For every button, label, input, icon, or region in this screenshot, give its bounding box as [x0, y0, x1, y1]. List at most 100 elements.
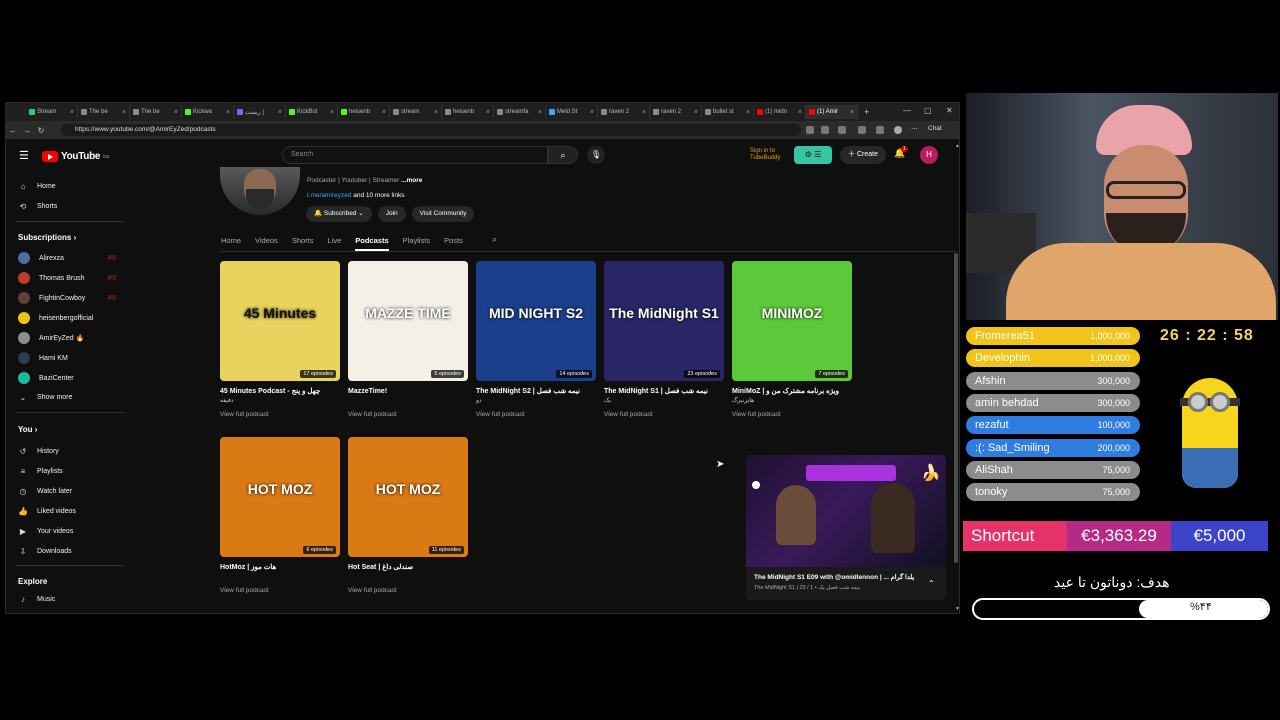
sidebar-item-subscription[interactable]: Thomas Brush ((•)): [18, 271, 116, 285]
browser-tab[interactable]: Stream ×: [26, 105, 78, 119]
podcast-title[interactable]: 45 Minutes Podcast - چهل و پنج: [220, 387, 348, 396]
sidebar-item-you[interactable]: ⇩ Downloads: [18, 544, 72, 558]
close-tab-icon[interactable]: ×: [590, 109, 594, 116]
podcast-thumbnail[interactable]: The MidNight S1 23 episodes: [604, 261, 724, 381]
channel-tab[interactable]: Playlists: [403, 236, 431, 251]
more-link[interactable]: ...more: [401, 177, 422, 184]
channel-link[interactable]: t.me/amireyzed: [307, 192, 351, 199]
scrollbar-up-arrow[interactable]: ▲: [955, 143, 959, 149]
expand-chevron-icon[interactable]: ⌃: [928, 579, 935, 588]
hamburger-menu-icon[interactable]: ☰: [19, 149, 29, 162]
browser-tab[interactable]: ریست | ×: [234, 105, 286, 119]
forward-icon[interactable]: →: [20, 126, 34, 135]
channel-tab[interactable]: Home: [221, 236, 241, 251]
view-full-podcast-link[interactable]: View full podcast: [604, 411, 653, 418]
close-tab-icon[interactable]: ×: [850, 109, 854, 116]
close-tab-icon[interactable]: ×: [642, 109, 646, 116]
sidebar-item-you[interactable]: ↺ History: [18, 444, 59, 458]
tubebuddy-button[interactable]: ⚙ ☰: [794, 146, 832, 164]
podcast-card[interactable]: The MidNight S1 23 episodes The MidNight S…: [604, 261, 724, 429]
podcast-thumbnail[interactable]: MINIMOZ 7 episodes: [732, 261, 852, 381]
browser-tab[interactable]: heisenb ×: [442, 105, 494, 119]
podcast-title[interactable]: MazzeTime!: [348, 387, 476, 396]
sidebar-item-you[interactable]: ◷ Watch later: [18, 484, 73, 498]
you-header[interactable]: You ›: [18, 425, 37, 434]
browser-tab[interactable]: (1) Amir ×: [806, 105, 858, 119]
subscribed-button[interactable]: 🔔 Subscribed ⌄: [306, 206, 372, 222]
miniplayer-title[interactable]: The MidNight S1 E09 with @omidlennon | .…: [754, 573, 914, 581]
close-window-button[interactable]: ✕: [946, 106, 953, 115]
podcast-thumbnail[interactable]: MAZZE TIME 5 episodes: [348, 261, 468, 381]
miniplayer[interactable]: 🍌 The MidNight S1 E09 with @omidlennon |…: [746, 455, 946, 600]
user-avatar[interactable]: H: [920, 146, 938, 164]
podcast-thumbnail[interactable]: HOT MOZ 11 episodes: [348, 437, 468, 557]
subscriptions-header[interactable]: Subscriptions ›: [18, 233, 76, 242]
close-tab-icon[interactable]: ×: [538, 109, 542, 116]
channel-search-icon[interactable]: ⌕: [492, 234, 497, 245]
scrollbar-thumb[interactable]: [954, 253, 958, 563]
browser-tab[interactable]: streamfa ×: [494, 105, 546, 119]
podcast-card[interactable]: MAZZE TIME 5 episodes MazzeTime! View full …: [348, 261, 468, 429]
search-button[interactable]: ⌕: [548, 146, 578, 164]
menu-dots-icon[interactable]: ⋯: [911, 125, 918, 133]
reload-icon[interactable]: ↻: [34, 126, 48, 135]
view-full-podcast-link[interactable]: View full podcast: [732, 411, 781, 418]
create-button[interactable]: ＋ Create: [840, 146, 886, 164]
close-tab-icon[interactable]: ×: [382, 109, 386, 116]
close-tab-icon[interactable]: ×: [122, 109, 126, 116]
view-full-podcast-link[interactable]: View full podcast: [476, 411, 525, 418]
podcast-title[interactable]: HotMoz | هات موز: [220, 563, 348, 572]
close-tab-icon[interactable]: ×: [330, 109, 334, 116]
more-links[interactable]: and 10 more links: [353, 192, 404, 199]
extension-icon[interactable]: [838, 126, 846, 134]
podcast-title[interactable]: The MidNight S1 | نیمه شب فصل: [604, 387, 732, 396]
sidebar-item-subscription[interactable]: FightinCowboy ((•)): [18, 291, 116, 305]
sidebar-item-subscription[interactable]: Alirexza ((•)): [18, 251, 116, 265]
browser-tab[interactable]: Kickwa ×: [182, 105, 234, 119]
browser-tab[interactable]: KickBot ×: [286, 105, 338, 119]
browser-tab[interactable]: raven 2 ×: [598, 105, 650, 119]
channel-tab[interactable]: Posts: [444, 236, 463, 251]
sidebar-item-you[interactable]: ▶ Your videos: [18, 524, 73, 538]
sidebar-item-home[interactable]: ⌂ Home: [18, 179, 56, 193]
podcast-title[interactable]: Hot Seat | صندلی داغ: [348, 563, 476, 572]
view-full-podcast-link[interactable]: View full podcast: [220, 411, 269, 418]
browser-tab[interactable]: (1) midn ×: [754, 105, 806, 119]
extension-icon[interactable]: [806, 126, 814, 134]
browser-tab[interactable]: heisenb ×: [338, 105, 390, 119]
maximize-button[interactable]: ▢: [924, 106, 932, 115]
miniplayer-video[interactable]: 🍌: [746, 455, 946, 567]
browser-tab[interactable]: Meld St ×: [546, 105, 598, 119]
close-tab-icon[interactable]: ×: [226, 109, 230, 116]
view-full-podcast-link[interactable]: View full podcast: [220, 587, 269, 594]
close-tab-icon[interactable]: ×: [174, 109, 178, 116]
close-tab-icon[interactable]: ×: [434, 109, 438, 116]
browser-tab[interactable]: stream ×: [390, 105, 442, 119]
scrollbar-down-arrow[interactable]: ▼: [955, 606, 959, 612]
sidebar-item-subscription[interactable]: BaziCenter: [18, 371, 116, 385]
browser-tab[interactable]: The be ×: [130, 105, 182, 119]
sidebar-item-you[interactable]: ≡ Playlists: [18, 464, 63, 478]
close-tab-icon[interactable]: ×: [70, 109, 74, 116]
close-tab-icon[interactable]: ×: [694, 109, 698, 116]
podcast-card[interactable]: MID NIGHT S2 14 episodes The MidNight S2 |…: [476, 261, 596, 429]
minimize-button[interactable]: —: [903, 106, 911, 115]
sidebar-item-subscription[interactable]: Hami KM: [18, 351, 116, 365]
channel-tab[interactable]: Shorts: [292, 236, 314, 251]
channel-tab[interactable]: Live: [328, 236, 342, 251]
sidebar-item-subscription[interactable]: AmirEyZed 🔥: [18, 331, 116, 345]
podcast-title[interactable]: The MidNight S2 | نیمه شب فصل: [476, 387, 604, 396]
browser-tab[interactable]: raven 2 ×: [650, 105, 702, 119]
profile-icon[interactable]: [894, 126, 902, 134]
tubebuddy-signin-link[interactable]: Sign in to TubeBuddy: [750, 148, 780, 162]
podcast-card[interactable]: MINIMOZ 7 episodes MiniMoZ | ویژه برنامه م…: [732, 261, 852, 429]
extension-icon[interactable]: [858, 126, 866, 134]
sidebar-item-you[interactable]: 👍 Liked videos: [18, 504, 76, 518]
podcast-title[interactable]: MiniMoZ | ویژه برنامه مشترک من و: [732, 387, 860, 396]
close-tab-icon[interactable]: ×: [746, 109, 750, 116]
new-tab-icon[interactable]: +: [864, 107, 869, 117]
podcast-card[interactable]: HOT MOZ 11 episodes Hot Seat | صندلی داغ Vi…: [348, 437, 468, 605]
sidebar-item-music[interactable]: ♪ Music: [18, 592, 55, 606]
visit-community-button[interactable]: Visit Community: [411, 206, 475, 222]
url-field[interactable]: https://www.youtube.com/@AmirEyZed/podca…: [61, 124, 801, 136]
